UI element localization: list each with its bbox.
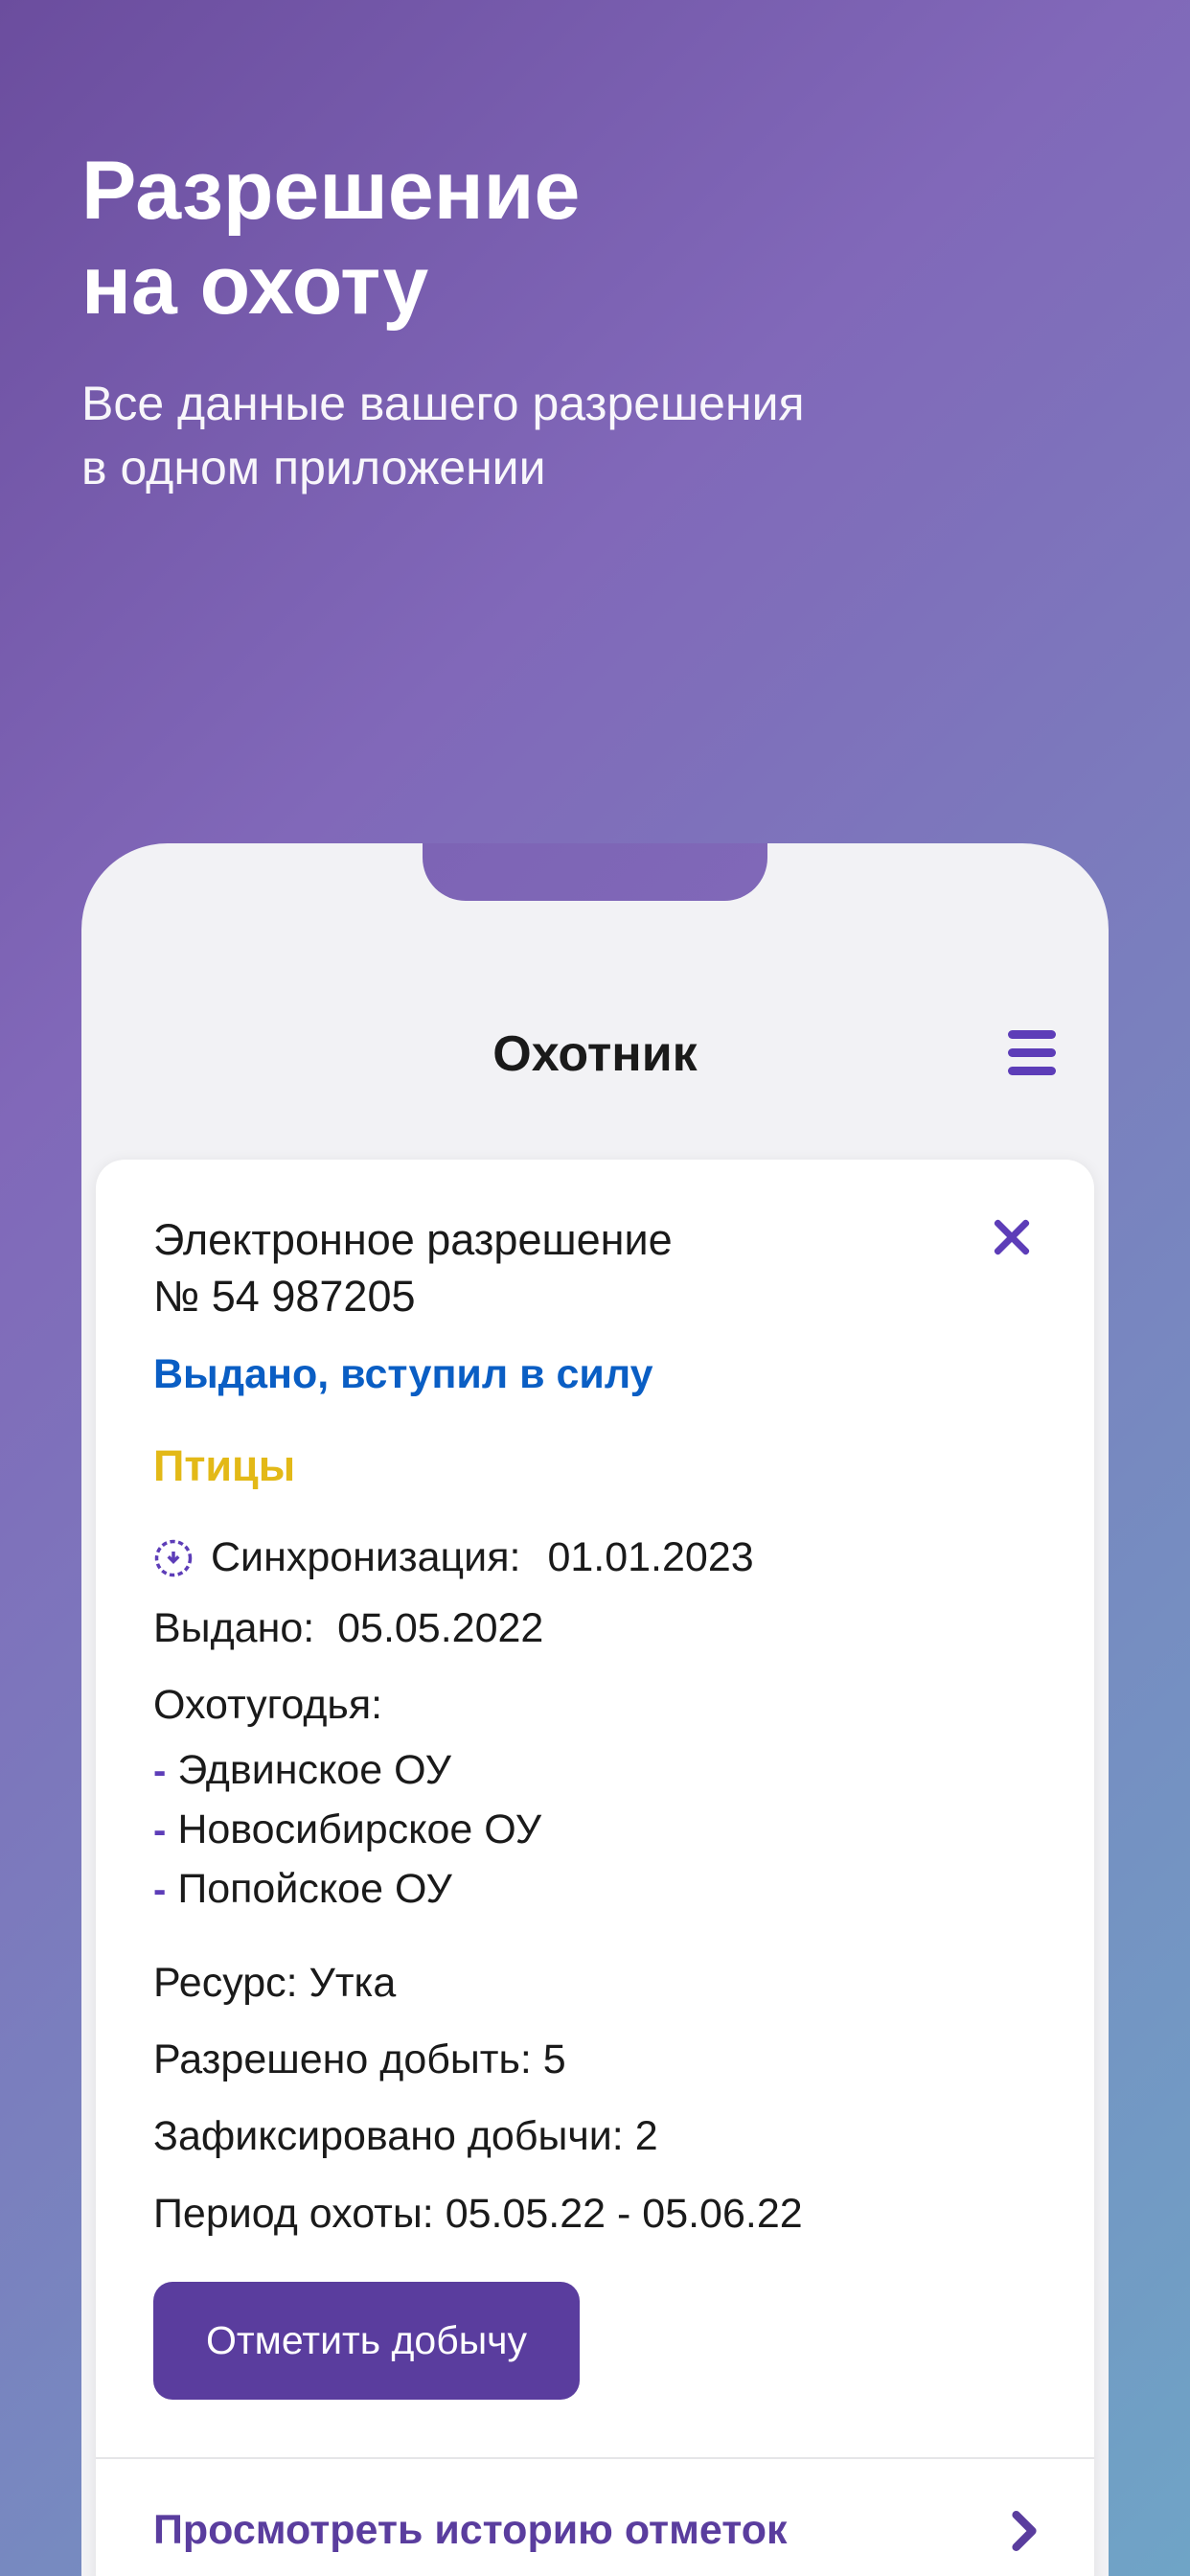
dash-icon: -: [153, 1803, 166, 1858]
close-button[interactable]: [987, 1212, 1037, 1262]
ground-name: Новосибирское ОУ: [177, 1800, 541, 1859]
ground-name: Эдвинское ОУ: [177, 1740, 451, 1800]
grounds-list: - Эдвинское ОУ - Новосибирское ОУ - Попо…: [153, 1740, 1037, 1920]
close-icon: [992, 1217, 1032, 1257]
permit-category: Птицы: [153, 1441, 1037, 1491]
dash-icon: -: [153, 1743, 166, 1799]
ground-item: - Эдвинское ОУ: [153, 1740, 1037, 1800]
promo-subtitle-line1: Все данные вашего разрешения: [81, 377, 805, 430]
period-label: Период охоты:: [153, 2191, 434, 2237]
issued-label: Выдано:: [153, 1605, 314, 1651]
resource-section: Ресурс: Утка Разрешено добыть: 5 Зафикси…: [153, 1953, 1037, 2243]
sync-label: Синхронизация:: [211, 1534, 520, 1581]
resource-value: Утка: [309, 1960, 397, 2006]
permit-title-line2: № 54 987205: [153, 1269, 673, 1325]
hamburger-icon: [1008, 1030, 1056, 1075]
permit-header: Электронное разрешение № 54 987205: [153, 1212, 1037, 1324]
period-value: 05.05.22 - 05.06.22: [446, 2191, 803, 2237]
resource-row: Ресурс: Утка: [153, 1953, 1037, 2012]
recorded-value: 2: [635, 2113, 658, 2159]
ground-item: - Новосибирское ОУ: [153, 1800, 1037, 1859]
mark-catch-button[interactable]: Отметить добычу: [153, 2282, 580, 2400]
dash-icon: -: [153, 1862, 166, 1918]
allowed-row: Разрешено добыть: 5: [153, 2030, 1037, 2089]
promo-subtitle-line2: в одном приложении: [81, 441, 546, 494]
menu-button[interactable]: [1008, 1030, 1056, 1075]
history-label: Просмотреть историю отметок: [153, 2507, 788, 2554]
divider: [96, 2457, 1094, 2459]
promo-section: Разрешение на охоту Все данные вашего ра…: [0, 0, 1190, 501]
permit-card: Электронное разрешение № 54 987205 Выдан…: [96, 1160, 1094, 2576]
phone-notch: [423, 843, 767, 901]
chevron-right-icon: [1012, 2511, 1037, 2551]
app-title: Охотник: [492, 1025, 697, 1083]
grounds-label: Охотугодья:: [153, 1675, 1037, 1735]
resource-label: Ресурс:: [153, 1960, 298, 2006]
sync-icon: [153, 1538, 194, 1578]
period-row: Период охоты: 05.05.22 - 05.06.22: [153, 2184, 1037, 2243]
recorded-label: Зафиксировано добычи:: [153, 2113, 624, 2159]
issued-row: Выдано: 05.05.2022: [153, 1598, 1037, 1658]
sync-row: Синхронизация: 01.01.2023: [153, 1534, 1037, 1581]
allowed-label: Разрешено добыть:: [153, 2036, 532, 2082]
ground-item: - Попойское ОУ: [153, 1859, 1037, 1919]
view-history-link[interactable]: Просмотреть историю отметок: [153, 2507, 1037, 2554]
recorded-row: Зафиксировано добычи: 2: [153, 2106, 1037, 2166]
permit-title: Электронное разрешение № 54 987205: [153, 1212, 673, 1324]
promo-title-line1: Разрешение: [81, 145, 580, 237]
ground-name: Попойское ОУ: [177, 1859, 451, 1919]
promo-title: Разрешение на охоту: [81, 144, 1109, 334]
sync-value: 01.01.2023: [547, 1534, 753, 1581]
permit-status: Выдано, вступил в силу: [153, 1351, 1037, 1398]
permit-title-line1: Электронное разрешение: [153, 1212, 673, 1269]
promo-subtitle: Все данные вашего разрешения в одном при…: [81, 372, 1109, 501]
allowed-value: 5: [543, 2036, 566, 2082]
promo-title-line2: на охоту: [81, 240, 428, 332]
issued-value: 05.05.2022: [337, 1605, 543, 1651]
phone-frame: Охотник Электронное разрешение № 54 9872…: [81, 843, 1109, 2576]
